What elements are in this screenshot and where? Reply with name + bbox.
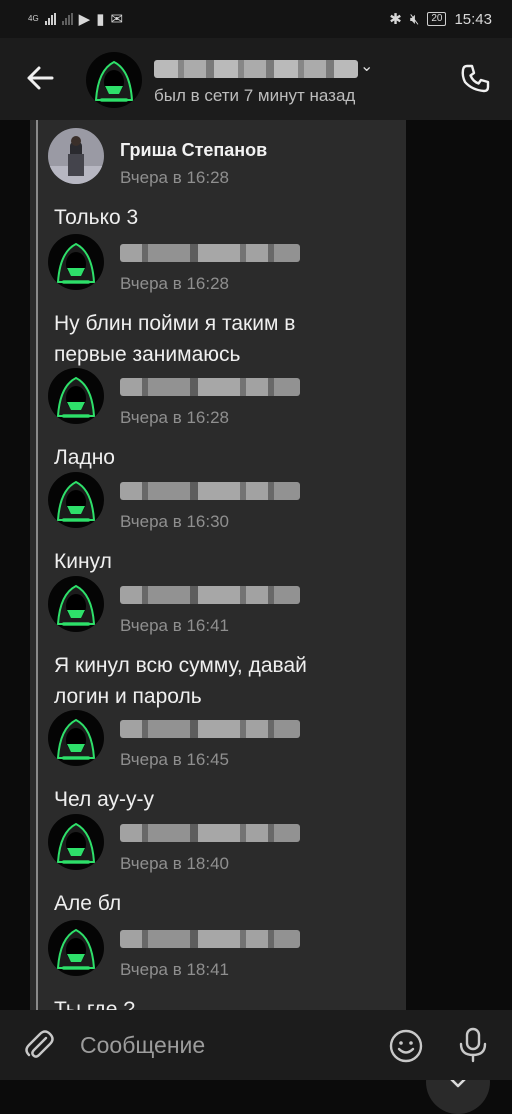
play-icon: ▶ <box>78 11 91 28</box>
notification-icon: ▮ <box>96 11 105 28</box>
mail-icon: ✉ <box>110 11 124 28</box>
message-item[interactable]: Вчера в 16:28 Ну блин пойми я таким в пе… <box>48 234 398 366</box>
forwarded-messages-block: Гриша Степанов Вчера в 16:28 Только 3 Вч… <box>30 120 406 1021</box>
arrow-left-icon[interactable] <box>22 60 58 96</box>
contact-name-blurred[interactable] <box>154 60 358 78</box>
message-time: Вчера в 18:40 <box>120 854 230 873</box>
author-name-blurred[interactable] <box>120 720 300 738</box>
avatar[interactable] <box>48 710 104 766</box>
avatar[interactable] <box>48 234 104 290</box>
author-name-blurred[interactable] <box>120 930 300 948</box>
message-time: Вчера в 16:30 <box>120 512 230 531</box>
status-left: 4G ▶ ▮ ✉ <box>28 10 123 28</box>
message-time: Вчера в 18:41 <box>120 960 230 979</box>
status-bar: 4G ▶ ▮ ✉ ✱ 🔇︎ 20 15:43 <box>0 0 512 38</box>
forward-indicator-line <box>36 120 38 1010</box>
message-item[interactable]: Вчера в 18:41 Ты где ? <box>48 920 398 1021</box>
avatar[interactable] <box>48 576 104 632</box>
clock: 15:43 <box>454 10 492 28</box>
author-name-blurred[interactable] <box>120 824 300 842</box>
message-time: Вчера в 16:28 <box>120 408 230 427</box>
message-composer <box>0 1010 512 1080</box>
message-time: Вчера в 16:41 <box>120 616 230 635</box>
contact-avatar[interactable] <box>86 52 142 108</box>
avatar[interactable] <box>48 128 104 184</box>
author-name-blurred[interactable] <box>120 378 300 396</box>
bluetooth-icon: ✱ <box>389 11 402 28</box>
chat-area[interactable]: Гриша Степанов Вчера в 16:28 Только 3 Вч… <box>0 120 512 1114</box>
message-item[interactable]: Вчера в 16:28 Ладно <box>48 368 398 472</box>
contact-status: был в сети 7 минут назад <box>154 86 356 105</box>
message-item[interactable]: Вчера в 16:41 Я кинул всю сумму, давай л… <box>48 576 398 710</box>
author-name[interactable]: Гриша Степанов <box>120 140 267 161</box>
battery-indicator: 20 <box>427 12 447 26</box>
message-time: Вчера в 16:45 <box>120 750 230 769</box>
chat-header: ⌄ был в сети 7 минут назад <box>0 38 512 120</box>
message-text: Чел ау-у-у <box>54 788 154 811</box>
message-time: Вчера в 16:28 <box>120 274 230 293</box>
smile-icon[interactable] <box>388 1028 424 1064</box>
message-time: Вчера в 16:28 <box>120 168 230 187</box>
avatar[interactable] <box>48 920 104 976</box>
message-text: Але бл <box>54 892 122 915</box>
avatar[interactable] <box>48 472 104 528</box>
author-name-blurred[interactable] <box>120 586 300 604</box>
message-text: Я кинул всю сумму, давай логин и пароль <box>54 654 307 708</box>
message-item[interactable]: Вчера в 18:40 Але бл <box>48 814 398 918</box>
avatar[interactable] <box>48 814 104 870</box>
status-right: ✱ 🔇︎ 20 15:43 <box>389 10 492 29</box>
signal-icon <box>44 13 56 25</box>
message-item[interactable]: Вчера в 16:45 Чел ау-у-у <box>48 710 398 814</box>
mute-icon: 🔇︎ <box>409 10 420 28</box>
phone-icon[interactable] <box>458 62 492 96</box>
message-text: Кинул <box>54 550 112 573</box>
avatar[interactable] <box>48 368 104 424</box>
author-name-blurred[interactable] <box>120 244 300 262</box>
microphone-icon[interactable] <box>456 1026 490 1064</box>
message-text: Ладно <box>54 446 115 469</box>
network-type-label: 4G <box>28 14 39 23</box>
message-text: Только 3 <box>54 206 139 229</box>
message-item[interactable]: Вчера в 16:30 Кинул <box>48 472 398 576</box>
chevron-down-icon[interactable]: ⌄ <box>360 56 373 76</box>
message-item[interactable]: Гриша Степанов Вчера в 16:28 Только 3 <box>48 128 398 232</box>
paperclip-icon[interactable] <box>22 1028 56 1062</box>
message-text: Ну блин пойми я таким в первые занимаюсь <box>54 312 296 366</box>
signal-2-icon <box>61 13 73 25</box>
author-name-blurred[interactable] <box>120 482 300 500</box>
message-input[interactable] <box>78 1026 372 1064</box>
